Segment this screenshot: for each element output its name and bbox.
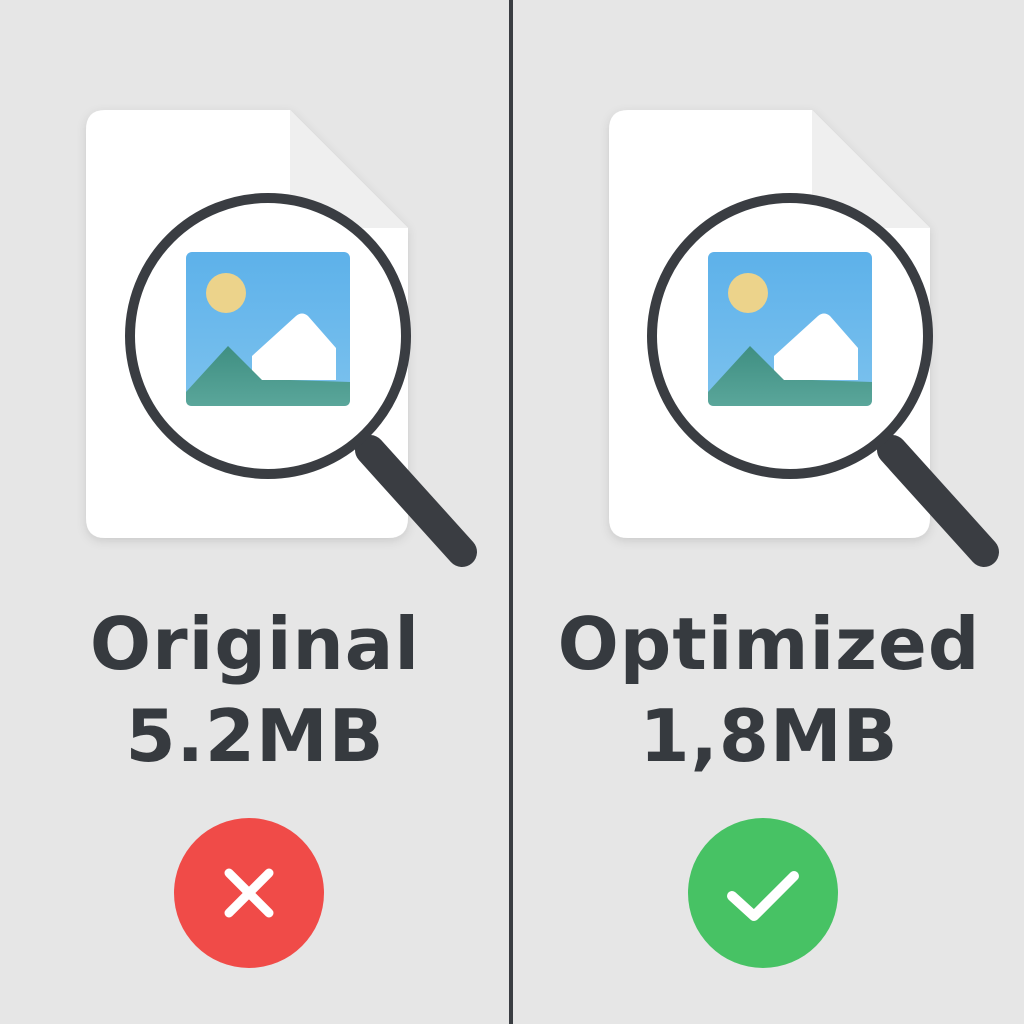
optimized-panel: Optimized 1,8MB	[514, 0, 1024, 1024]
status-circle	[688, 818, 838, 968]
original-title: Original	[89, 602, 421, 686]
optimized-file-size: 1,8MB	[639, 694, 899, 778]
approved-status-badge	[688, 818, 838, 968]
panel-divider	[509, 0, 513, 1024]
original-file-size: 5.2MB	[125, 694, 385, 778]
original-file-illustration	[86, 110, 477, 567]
optimized-title: Optimized	[557, 602, 981, 686]
comparison-canvas: Original 5.2MB Optimized 1,8MB	[0, 0, 1024, 1024]
original-panel: Original 5.2MB	[0, 0, 510, 1024]
optimized-file-illustration	[609, 110, 999, 567]
image-thumbnail-icon	[708, 252, 872, 406]
rejected-status-badge	[174, 818, 324, 968]
image-thumbnail-icon	[186, 252, 350, 406]
